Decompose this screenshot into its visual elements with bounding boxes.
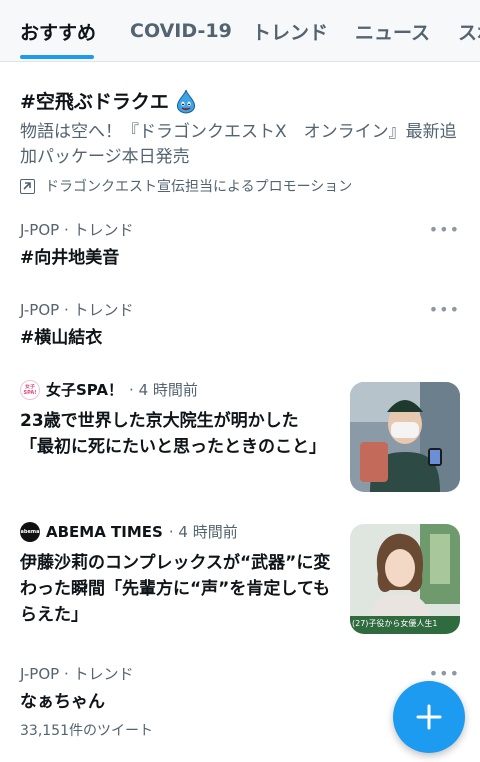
trend-name: #向井地美音 (20, 248, 120, 268)
slime-icon (176, 89, 195, 114)
compose-tweet-button[interactable] (393, 681, 465, 753)
more-options-icon[interactable]: ••• (429, 300, 460, 319)
news-source-name: ABEMA TIMES (46, 523, 163, 541)
trend-item[interactable]: J-POP · トレンド #向井地美音 ••• (20, 220, 460, 270)
news-headline: 23歳で世界した京大院生が明かした「最初に死にたいと思ったときのこと」 (20, 411, 326, 457)
trend-category: J-POP · トレンド (20, 665, 134, 683)
news-item[interactable]: abema ABEMA TIMES · 4 時間前 伊藤沙莉のコンプレックスが“… (20, 522, 460, 634)
tab-news[interactable]: ニュース (355, 0, 430, 61)
promoted-by-label: ドラゴンクエスト宣伝担当によるプロモーション (45, 179, 353, 195)
tab-sports[interactable]: スポ (458, 0, 480, 61)
active-tab-indicator (20, 55, 94, 59)
trend-category: J-POP · トレンド (20, 221, 134, 239)
tab-recommended[interactable]: おすすめ (20, 0, 96, 61)
trend-category: J-POP · トレンド (20, 301, 134, 319)
promoted-trend[interactable]: #空飛ぶドラクエ 物語は空へ！『ドラゴンクエストX オンライン』最新追加パッケー… (20, 88, 460, 196)
promoted-arrow-icon (20, 178, 35, 194)
news-timestamp: · 4 時間前 (168, 523, 238, 541)
more-options-icon[interactable]: ••• (429, 220, 460, 239)
promoted-trend-title: #空飛ぶドラクエ (20, 91, 169, 113)
tab-trending[interactable]: トレンド (252, 0, 328, 61)
news-timestamp: · 4 時間前 (129, 381, 198, 399)
plus-icon (416, 704, 442, 730)
explore-tab-bar: おすすめ COVID-19 トレンド ニュース スポ (0, 0, 480, 62)
more-options-icon[interactable]: ••• (429, 664, 460, 683)
promoted-trend-title-row: #空飛ぶドラクエ (20, 88, 460, 116)
trend-name: #横山結衣 (20, 328, 103, 348)
news-source-logo: 女子SPA! (20, 380, 40, 400)
news-thumbnail: (27)子役から女優人生1 (350, 524, 460, 634)
news-source-logo: abema (20, 522, 40, 542)
trend-item[interactable]: J-POP · トレンド #横山結衣 ••• (20, 300, 460, 350)
news-thumbnail-caption: (27)子役から女優人生1 (352, 619, 438, 628)
news-thumbnail (350, 382, 460, 492)
promoted-by: ドラゴンクエスト宣伝担当によるプロモーション (20, 176, 460, 196)
news-item[interactable]: 女子SPA! 女子SPA！ · 4 時間前 23歳で世界した京大院生が明かした「… (20, 380, 460, 492)
news-headline: 伊藤沙莉のコンプレックスが“武器”に変わった瞬間「先輩方に“声”を肯定してもらえ… (20, 553, 331, 625)
tab-covid19[interactable]: COVID-19 (130, 0, 232, 61)
news-source-name: 女子SPA！ (46, 381, 124, 399)
promoted-trend-description: 物語は空へ！『ドラゴンクエストX オンライン』最新追加パッケージ本日発売 (20, 122, 457, 167)
